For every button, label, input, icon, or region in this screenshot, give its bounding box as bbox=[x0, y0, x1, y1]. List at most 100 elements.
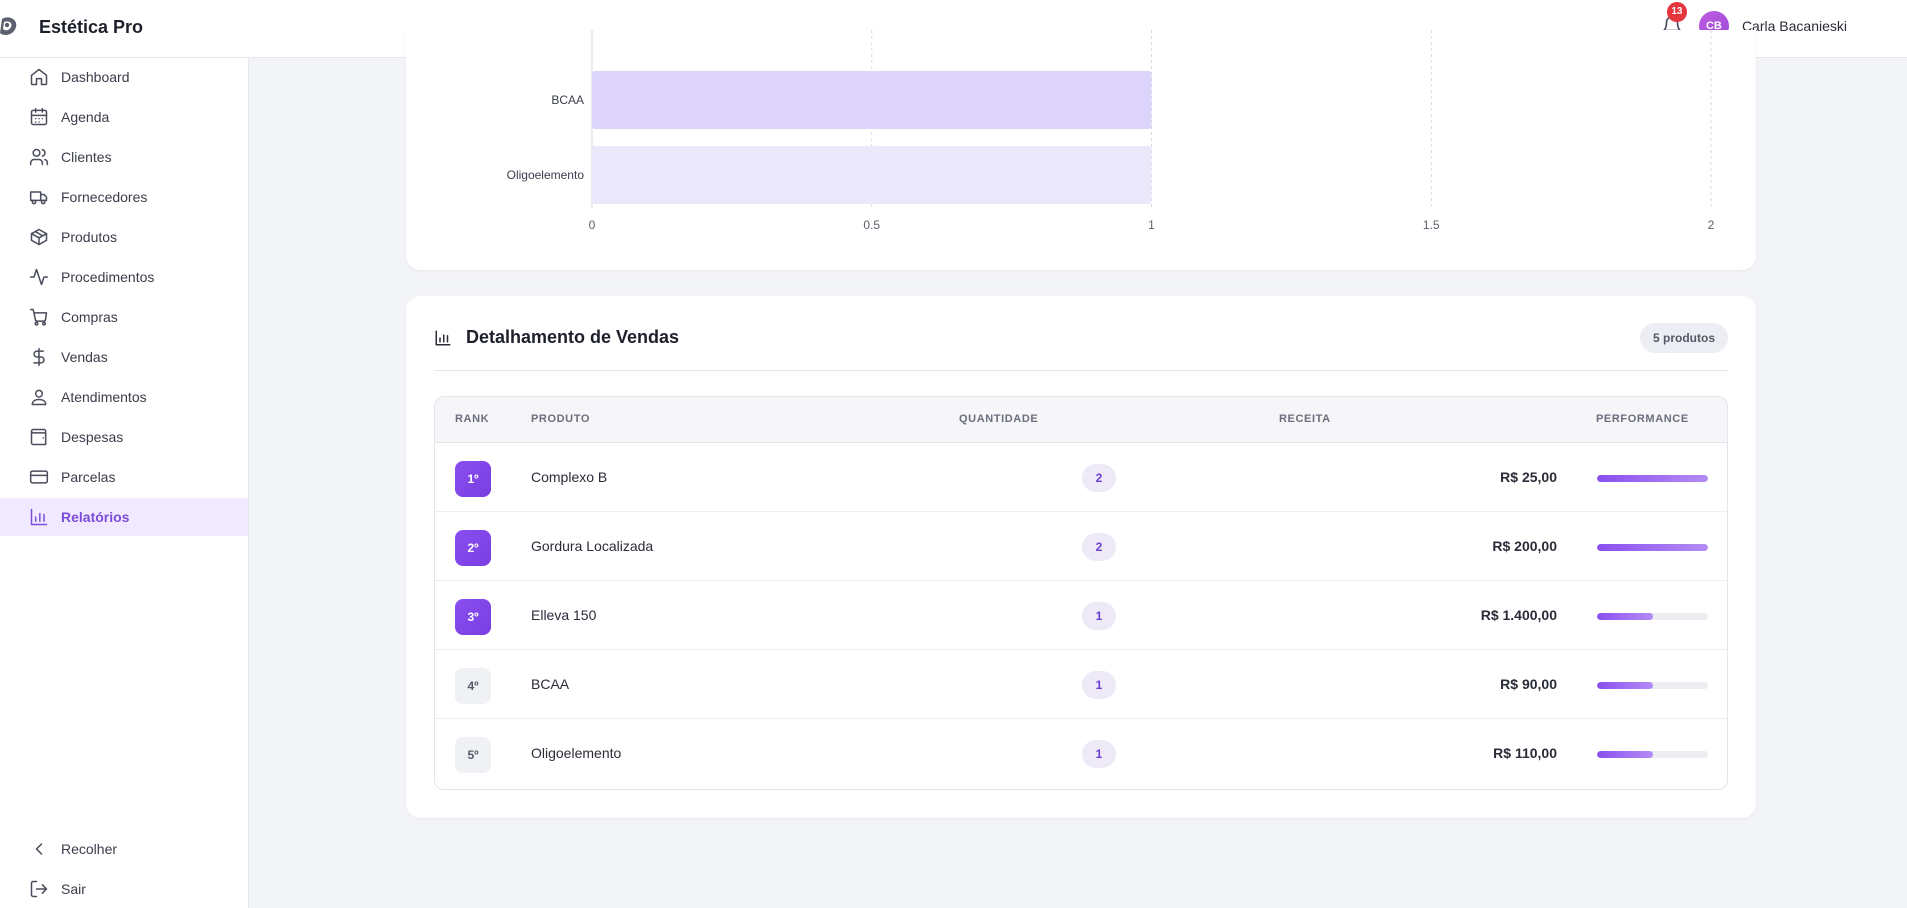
activity-icon bbox=[29, 268, 49, 286]
column-header-revenue[interactable]: RECEITA bbox=[1279, 413, 1331, 425]
sidebar-item-agenda[interactable]: Agenda bbox=[0, 98, 248, 136]
app-name: Estética Pro bbox=[39, 16, 144, 37]
table-row[interactable]: 2º Gordura Localizada 2 R$ 200,00 bbox=[435, 512, 1727, 581]
brand[interactable]: Estética Pro bbox=[0, 12, 143, 42]
chart-x-tick-label: 0.5 bbox=[863, 218, 880, 232]
revenue-value: R$ 25,00 bbox=[1500, 469, 1557, 485]
sidebar: Dashboard Agenda Clientes Fornecedores P… bbox=[0, 58, 249, 908]
sidebar-item-label: Atendimentos bbox=[61, 389, 147, 405]
quantity-badge: 2 bbox=[1082, 533, 1116, 561]
sidebar-item-label: Fornecedores bbox=[61, 189, 148, 205]
sidebar-item-procedimentos[interactable]: Procedimentos bbox=[0, 258, 248, 296]
rank-badge: 4º bbox=[455, 668, 491, 704]
sidebar-item-label: Compras bbox=[61, 309, 118, 325]
detail-header: Detalhamento de Vendas bbox=[434, 327, 679, 348]
quantity-badge: 1 bbox=[1082, 671, 1116, 699]
performance-fill bbox=[1597, 751, 1653, 758]
chart-category-label: BCAA bbox=[551, 93, 584, 107]
chart-bar[interactable] bbox=[592, 71, 1152, 129]
sidebar-item-compras[interactable]: Compras bbox=[0, 298, 248, 336]
calendar-icon bbox=[30, 107, 48, 126]
performance-fill bbox=[1597, 682, 1653, 689]
product-name: BCAA bbox=[531, 676, 570, 692]
wallet-icon bbox=[30, 428, 47, 446]
users-icon bbox=[29, 148, 49, 166]
bar-chart-icon bbox=[30, 508, 48, 526]
sidebar-item-label: Parcelas bbox=[61, 469, 116, 485]
product-name: Gordura Localizada bbox=[531, 538, 654, 554]
performance-bar bbox=[1597, 475, 1708, 482]
product-name: Oligoelemento bbox=[531, 745, 622, 761]
product-count-badge: 5 produtos bbox=[1640, 323, 1728, 353]
sales-detail-table: RANK PRODUTO QUANTIDADE RECEITA PERFORMA… bbox=[434, 396, 1728, 790]
quantity-badge: 2 bbox=[1082, 464, 1116, 492]
column-header-product[interactable]: PRODUTO bbox=[531, 413, 590, 425]
performance-fill bbox=[1597, 613, 1653, 620]
sidebar-item-fornecedores[interactable]: Fornecedores bbox=[0, 178, 248, 216]
sidebar-item-atendimentos[interactable]: Atendimentos bbox=[0, 378, 248, 416]
sidebar-item-produtos[interactable]: Produtos bbox=[0, 218, 248, 256]
sidebar-item-parcelas[interactable]: Parcelas bbox=[0, 458, 248, 496]
logout-button[interactable]: Sair bbox=[0, 870, 248, 908]
logout-label: Sair bbox=[61, 881, 86, 897]
chart-x-tick-label: 1 bbox=[1148, 218, 1155, 232]
rank-badge: 1º bbox=[455, 461, 491, 497]
column-header-rank[interactable]: RANK bbox=[455, 413, 489, 425]
revenue-value: R$ 200,00 bbox=[1492, 538, 1557, 554]
package-icon bbox=[30, 228, 48, 246]
sidebar-item-despesas[interactable]: Despesas bbox=[0, 418, 248, 456]
sidebar-item-label: Produtos bbox=[61, 229, 118, 245]
product-name: Complexo B bbox=[531, 469, 608, 485]
sidebar-item-label: Procedimentos bbox=[61, 269, 155, 285]
chart-category-label: Oligoelemento bbox=[507, 168, 585, 182]
truck-icon bbox=[29, 191, 48, 205]
chart-x-tick-label: 1.5 bbox=[1423, 218, 1440, 232]
quantity-badge: 1 bbox=[1082, 740, 1116, 768]
chart-bar[interactable] bbox=[592, 146, 1152, 204]
table-row[interactable]: 3º Elleva 150 1 R$ 1.400,00 bbox=[435, 581, 1727, 650]
rank-badge: 5º bbox=[455, 737, 491, 773]
sidebar-item-label: Dashboard bbox=[61, 69, 130, 85]
quantity-badge: 1 bbox=[1082, 602, 1116, 630]
user-pin-icon bbox=[31, 389, 47, 406]
performance-bar bbox=[1597, 613, 1708, 620]
logout-icon bbox=[30, 880, 48, 898]
collapse-label: Recolher bbox=[61, 841, 118, 857]
logo-icon bbox=[0, 17, 17, 35]
rank-badge: 2º bbox=[455, 530, 491, 566]
table-row[interactable]: 1º Complexo B 2 R$ 25,00 bbox=[435, 443, 1727, 512]
home-icon bbox=[30, 68, 48, 86]
sidebar-item-label: Despesas bbox=[61, 429, 124, 445]
performance-bar bbox=[1597, 751, 1708, 758]
revenue-value: R$ 90,00 bbox=[1500, 676, 1557, 692]
performance-fill bbox=[1597, 544, 1708, 551]
chevron-left-icon bbox=[35, 843, 43, 855]
column-header-quantity[interactable]: QUANTIDADE bbox=[959, 413, 1038, 425]
sidebar-item-dashboard[interactable]: Dashboard bbox=[0, 58, 248, 96]
user-name[interactable]: Carla Bacanieski bbox=[1742, 18, 1847, 34]
dollar-icon bbox=[33, 347, 45, 367]
divider bbox=[434, 370, 1728, 371]
cart-icon bbox=[29, 308, 48, 326]
product-name: Elleva 150 bbox=[531, 607, 597, 623]
chart-x-tick-label: 0 bbox=[589, 218, 596, 232]
column-header-performance[interactable]: PERFORMANCE bbox=[1596, 413, 1689, 425]
rank-badge: 3º bbox=[455, 599, 491, 635]
performance-fill bbox=[1597, 475, 1708, 482]
performance-bar bbox=[1597, 682, 1708, 689]
table-row[interactable]: 4º BCAA 1 R$ 90,00 bbox=[435, 650, 1727, 719]
revenue-value: R$ 110,00 bbox=[1493, 745, 1557, 761]
sidebar-item-relatorios[interactable]: Relatórios bbox=[0, 498, 248, 536]
sidebar-item-label: Vendas bbox=[61, 349, 108, 365]
performance-bar bbox=[1597, 544, 1708, 551]
sidebar-item-label: Agenda bbox=[61, 109, 110, 125]
collapse-sidebar-button[interactable]: Recolher bbox=[0, 830, 248, 868]
table-row[interactable]: 5º Oligoelemento 1 R$ 110,00 bbox=[435, 719, 1727, 788]
bar-chart-icon bbox=[435, 330, 451, 345]
notifications-badge: 13 bbox=[1666, 2, 1687, 22]
sidebar-item-clientes[interactable]: Clientes bbox=[0, 138, 248, 176]
sidebar-item-vendas[interactable]: Vendas bbox=[0, 338, 248, 376]
sales-bar-chart: BCAA Oligoelemento 0 0.5 1 1.5 2 bbox=[507, 30, 1715, 232]
chart-x-tick-label: 2 bbox=[1708, 218, 1715, 232]
detail-title: Detalhamento de Vendas bbox=[466, 327, 680, 347]
